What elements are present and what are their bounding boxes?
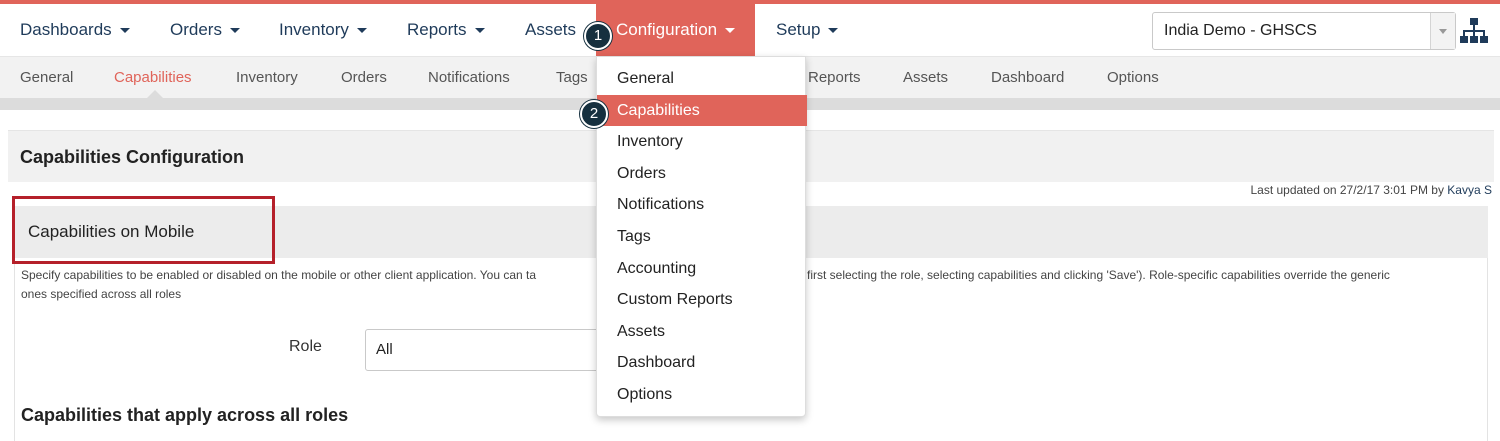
subnav-notifications[interactable]: Notifications xyxy=(428,57,510,99)
domain-select-arrow[interactable] xyxy=(1430,13,1455,49)
page-title: Capabilities Configuration xyxy=(20,147,245,167)
menu-item-options[interactable]: Options xyxy=(597,379,807,410)
nav-configuration-label: Configuration xyxy=(616,20,718,39)
chevron-down-icon xyxy=(1439,29,1447,34)
menu-item-tags[interactable]: Tags xyxy=(597,221,807,252)
subnav-dashboard[interactable]: Dashboard xyxy=(991,57,1064,99)
caret-down-icon xyxy=(828,28,839,34)
last-updated-text: Last updated on 27/2/17 3:01 PM by xyxy=(1250,183,1444,197)
menu-item-dashboard[interactable]: Dashboard xyxy=(597,347,807,378)
domain-select[interactable]: India Demo - GHSCS xyxy=(1152,12,1456,50)
step-badge-1: 1 xyxy=(584,22,612,50)
configuration-dropdown-menu: General Capabilities Inventory Orders No… xyxy=(596,56,807,417)
role-label: Role xyxy=(289,338,322,355)
description-right: first selecting the role, selecting capa… xyxy=(807,268,1390,282)
nav-setup-label: Setup xyxy=(776,20,821,39)
caret-down-icon xyxy=(356,28,367,34)
subnav-orders[interactable]: Orders xyxy=(341,57,387,99)
caret-down-icon xyxy=(725,28,736,34)
subnav-tags[interactable]: Tags xyxy=(556,57,588,99)
active-tab-pointer xyxy=(147,90,163,98)
nav-inventory-label: Inventory xyxy=(279,20,349,39)
nav-configuration[interactable]: Configuration xyxy=(596,4,756,56)
last-updated-user-link[interactable]: Kavya S xyxy=(1447,183,1492,197)
subnav-general[interactable]: General xyxy=(20,57,73,99)
menu-item-general[interactable]: General xyxy=(597,63,807,94)
last-updated-info: Last updated on 27/2/17 3:01 PM by Kavya… xyxy=(1250,183,1492,197)
hierarchy-icon[interactable] xyxy=(1460,16,1488,46)
subnav-reports[interactable]: Reports xyxy=(808,57,861,99)
nav-dashboards[interactable]: Dashboards xyxy=(20,4,130,56)
nav-reports[interactable]: Reports xyxy=(407,4,485,56)
nav-orders-label: Orders xyxy=(170,20,222,39)
nav-inventory[interactable]: Inventory xyxy=(279,4,367,56)
domain-select-value: India Demo - GHSCS xyxy=(1164,22,1317,39)
menu-item-capabilities[interactable]: Capabilities xyxy=(597,95,807,126)
nav-dashboards-label: Dashboards xyxy=(20,20,112,39)
sub-heading: Capabilities that apply across all roles xyxy=(21,405,349,425)
nav-setup[interactable]: Setup xyxy=(776,4,839,56)
step-badge-2: 2 xyxy=(580,100,608,128)
nav-assets[interactable]: Assets xyxy=(525,4,576,56)
menu-item-accounting[interactable]: Accounting xyxy=(597,253,807,284)
highlight-box xyxy=(12,196,275,264)
menu-item-orders[interactable]: Orders xyxy=(597,158,807,189)
subnav-inventory[interactable]: Inventory xyxy=(236,57,298,99)
menu-item-inventory[interactable]: Inventory xyxy=(597,126,807,157)
menu-item-custom-reports[interactable]: Custom Reports xyxy=(597,284,807,315)
caret-down-icon xyxy=(119,28,130,34)
description-left: Specify capabilities to be enabled or di… xyxy=(21,268,537,282)
subnav-options[interactable]: Options xyxy=(1107,57,1159,99)
role-select-value: All xyxy=(376,341,393,358)
menu-item-assets[interactable]: Assets xyxy=(597,316,807,347)
caret-down-icon xyxy=(474,28,485,34)
nav-assets-label: Assets xyxy=(525,20,577,39)
nav-reports-label: Reports xyxy=(407,20,467,39)
top-navigation: Dashboards Orders Inventory Reports Asse… xyxy=(0,4,1500,56)
subnav-assets[interactable]: Assets xyxy=(903,57,948,99)
caret-down-icon xyxy=(229,28,240,34)
menu-item-notifications[interactable]: Notifications xyxy=(597,189,807,220)
nav-orders[interactable]: Orders xyxy=(170,4,240,56)
